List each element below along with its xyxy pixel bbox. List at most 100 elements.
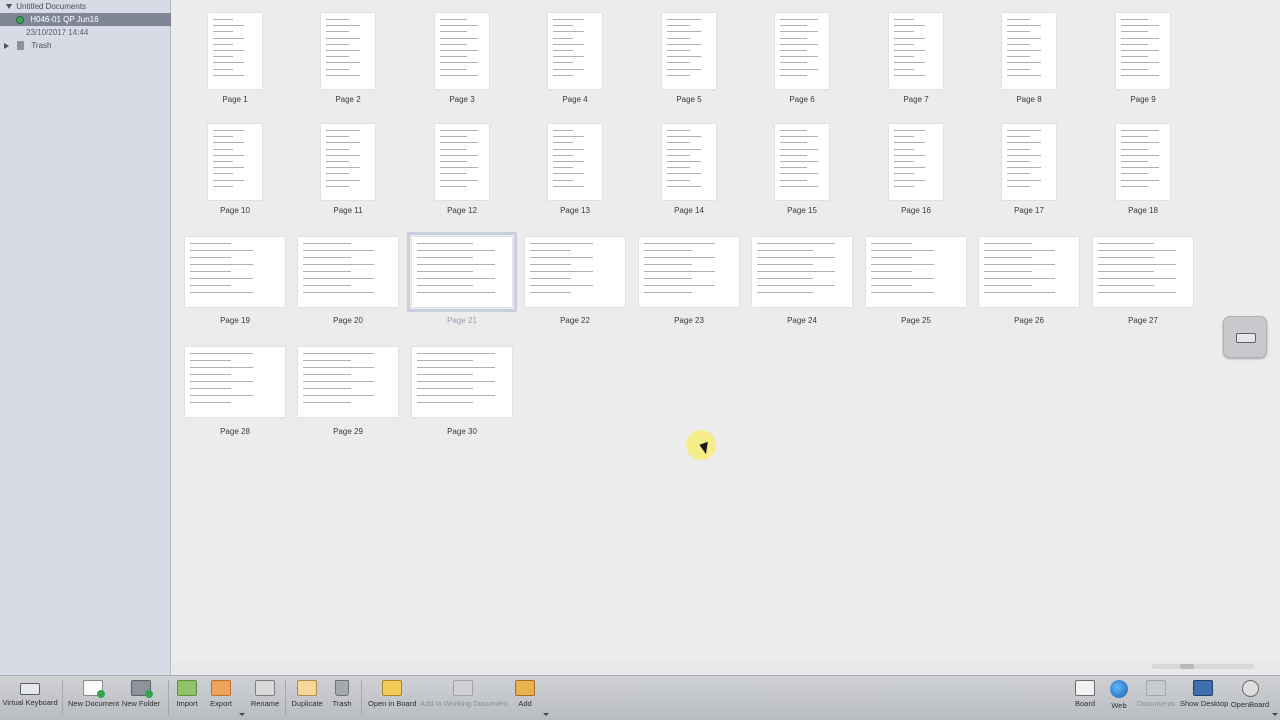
page-thumbnail-selected[interactable] [407,232,517,312]
page-thumbnail[interactable] [185,237,285,307]
button-label: Duplicate [291,699,323,708]
page-thumbnail[interactable] [208,13,262,89]
page-thumbnail[interactable] [889,124,943,200]
tree-document-selected[interactable]: H046-01 QP Jun16 [0,13,171,26]
collapse-arrow-icon[interactable] [4,42,9,49]
trash-button[interactable]: Trash [330,680,354,708]
page-thumbnail[interactable] [775,124,829,200]
document-date: 23/10/2017 14:44 [26,28,89,37]
tree-folder-untitled-documents[interactable]: Untitled Documents [0,0,171,13]
page-label: Page 22 [560,316,590,325]
thumbnail-text-line [780,161,818,162]
page-thumbnail[interactable] [662,13,716,89]
virtual-keyboard-button[interactable]: Virtual Keyboard [2,680,58,707]
thumbnail-text-line [644,285,715,286]
page-thumbnail[interactable] [548,124,602,200]
rename-button[interactable]: Rename [250,680,280,708]
thumbnail-text-line [303,402,351,403]
page-thumbnail[interactable] [1116,13,1170,89]
thumbnail-text-line [757,278,813,279]
expand-arrow-icon[interactable] [6,4,12,10]
export-button[interactable]: Export [207,680,235,708]
page-thumbnail[interactable] [866,237,966,307]
board-button[interactable]: Board [1072,680,1098,708]
thumbnail-text-line [1121,56,1148,57]
page-thumbnail[interactable] [185,347,285,417]
page-thumbnail[interactable] [639,237,739,307]
button-label: New Document [68,699,120,708]
add-button[interactable]: Add [513,680,537,708]
openboard-menu-button[interactable]: OpenBoard [1230,680,1270,709]
new-document-button[interactable]: New Document [68,680,120,708]
thumbnail-text-line [326,161,349,162]
floating-keyboard-button[interactable] [1223,316,1267,358]
thumbnail-text-line [440,56,467,57]
horizontal-scrollbar[interactable] [1152,664,1254,669]
thumbnail-text-line [780,44,818,45]
new-folder-button[interactable]: New Folder [121,680,161,708]
thumbnail-text-line [1007,173,1030,174]
thumbnail-text-line [417,367,495,368]
tree-trash-folder[interactable]: Trash [0,39,51,52]
page-thumbnail[interactable] [979,237,1079,307]
export-dropdown-caret[interactable] [239,713,245,716]
thumbnail-text-line [894,136,914,137]
toolbar-separator [168,680,169,716]
page-thumbnail[interactable] [889,13,943,89]
page-thumbnail[interactable] [298,237,398,307]
page-thumbnail[interactable] [298,347,398,417]
add-to-working-document-button[interactable]: Add to Working Document [420,680,508,708]
thumbnail-text-line [303,367,374,368]
page-thumbnail[interactable] [662,124,716,200]
thumbnail-text-line [1121,149,1148,150]
thumbnail-text-line [303,285,351,286]
thumbnail-text-line [303,250,374,251]
thumbnail-text-line [530,257,593,258]
thumbnail-text-line [894,155,925,156]
page-thumbnail[interactable] [775,13,829,89]
page-label: Page 11 [333,206,363,215]
thumbnail-text-line [871,278,934,279]
thumbnail-text-line [326,155,360,156]
thumbnail-text-line [871,243,912,244]
documents-button[interactable]: Documents [1137,680,1175,708]
page-thumbnail[interactable] [1002,124,1056,200]
scrollbar-knob[interactable] [1180,664,1194,669]
page-thumbnail[interactable] [752,237,852,307]
thumbnail-text-line [440,173,467,174]
page-thumbnail[interactable] [525,237,625,307]
page-thumbnail[interactable] [1116,124,1170,200]
thumbnail-text-line [190,257,231,258]
show-desktop-button[interactable]: Show Desktop [1180,680,1228,708]
page-thumbnail[interactable] [412,347,512,417]
import-button[interactable]: Import [174,680,200,708]
thumbnail-text-line [757,250,813,251]
page-label: Page 23 [674,316,704,325]
page-label: Page 30 [447,427,477,436]
thumbnail-text-line [871,292,934,293]
thumbnail-text-line [1121,155,1159,156]
page-thumbnail[interactable] [435,124,489,200]
page-thumbnail[interactable] [548,13,602,89]
thumbnail-text-line [1121,173,1148,174]
open-in-board-button[interactable]: Open in Board [368,680,416,708]
thumbnail-text-line [667,62,690,63]
thumbnail-text-line [1121,25,1159,26]
page-thumbnail[interactable] [321,124,375,200]
button-label: Add to Working Document [420,699,508,708]
duplicate-button[interactable]: Duplicate [290,680,324,708]
page-thumbnail[interactable] [1002,13,1056,89]
thumbnail-text-line [757,257,835,258]
add-dropdown-caret[interactable] [543,713,549,716]
thumbnail-text-line [984,257,1032,258]
page-thumbnail[interactable] [1093,237,1193,307]
web-button[interactable]: Web [1107,680,1131,710]
documents-icon [1146,680,1166,696]
page-thumbnail[interactable] [435,13,489,89]
export-icon [211,680,231,696]
thumbnail-text-line [1121,136,1148,137]
page-thumbnail[interactable] [208,124,262,200]
page-thumbnail[interactable] [321,13,375,89]
thumbnail-text-line [871,271,912,272]
openboard-dropdown-caret[interactable] [1272,713,1278,716]
